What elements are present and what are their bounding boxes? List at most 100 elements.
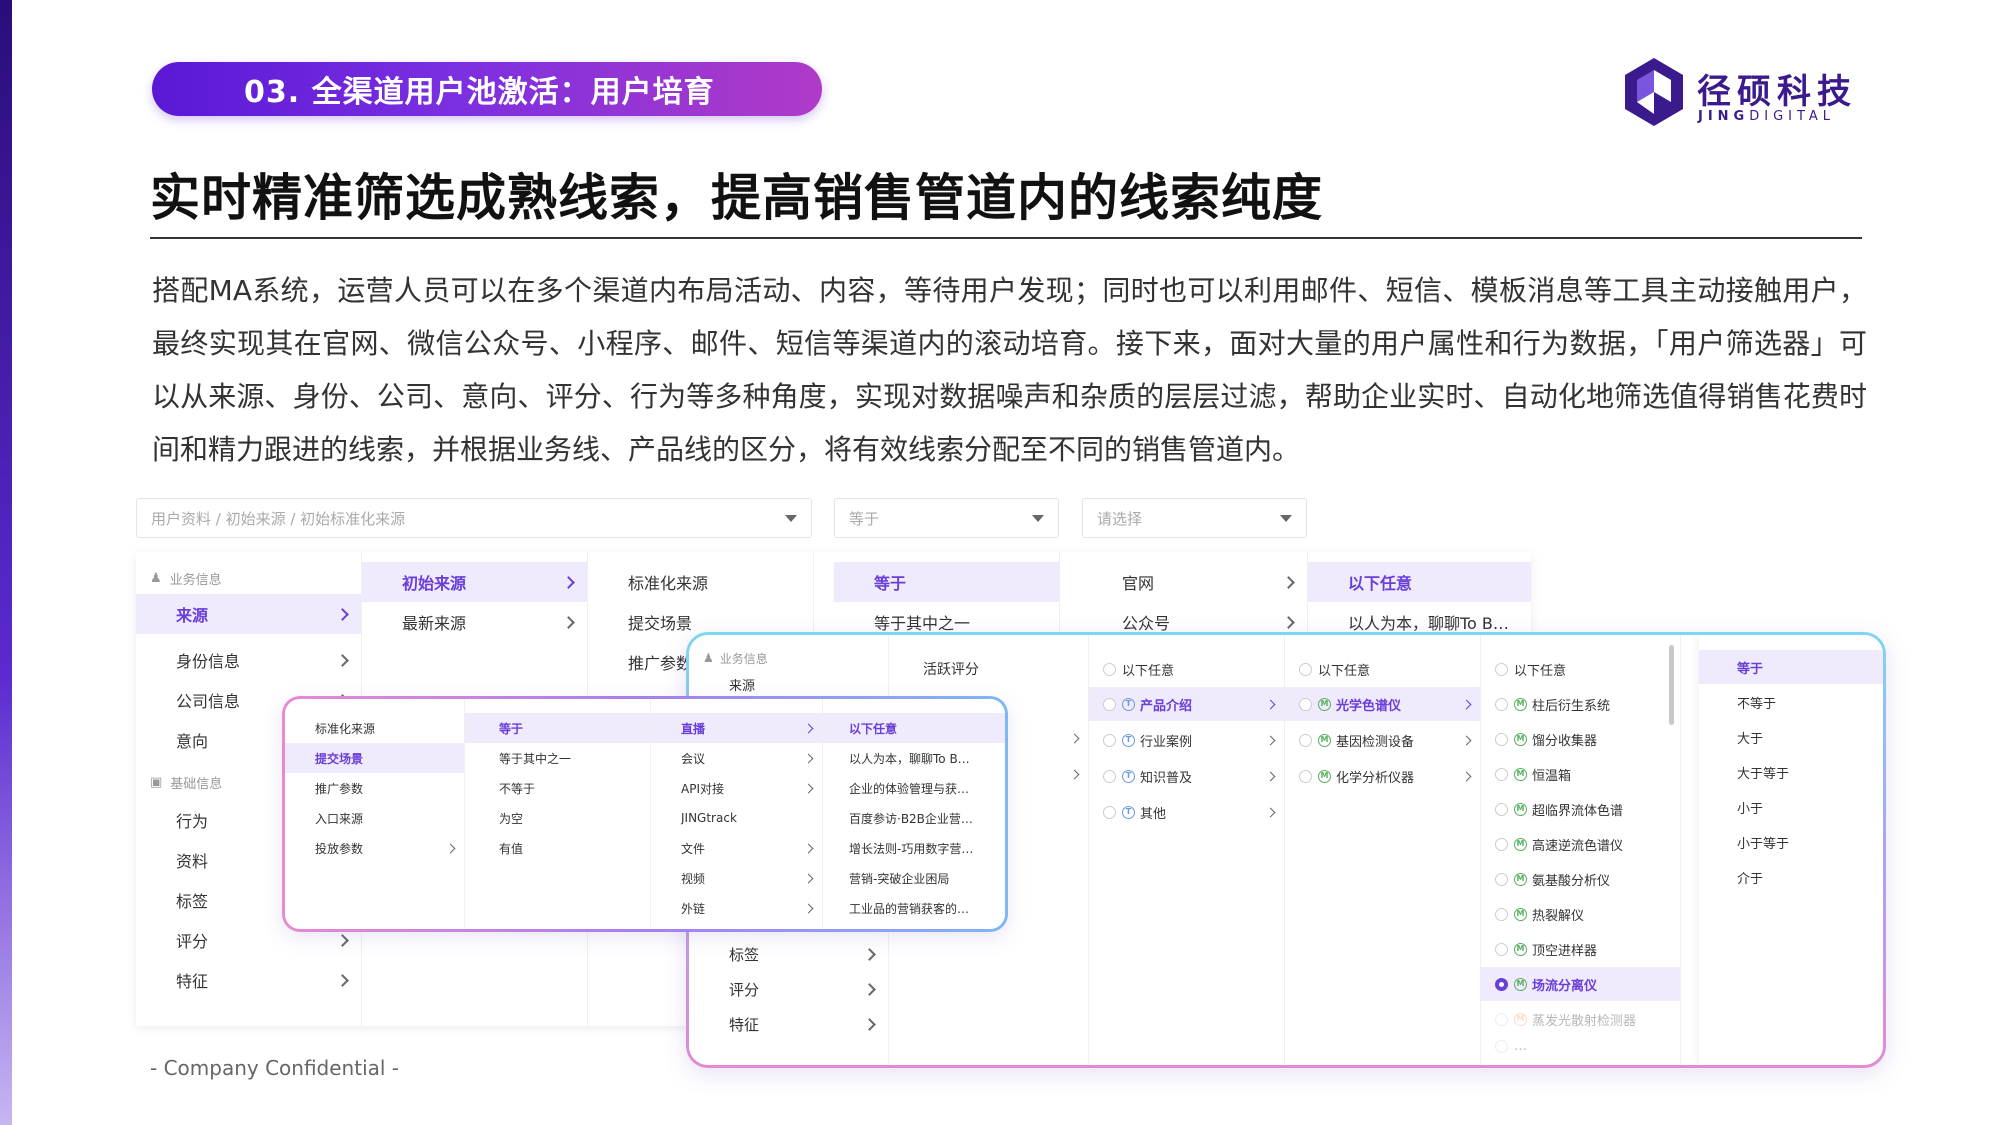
cascader-item[interactable]: 推广参数: [285, 773, 464, 803]
radio-icon: [1103, 697, 1116, 711]
cascader-item[interactable]: 初始来源: [362, 562, 587, 602]
cascader-item[interactable]: M 光学色谱仪: [1285, 687, 1480, 721]
cascader-item[interactable]: …: [1481, 1035, 1680, 1057]
cascader-item[interactable]: 等于: [1699, 650, 1883, 684]
cascader-item[interactable]: T 知识普及: [1089, 759, 1284, 793]
chevron-down-icon: [785, 514, 797, 522]
cascader-item[interactable]: 来源: [136, 594, 361, 634]
cascader-item[interactable]: 提交场景: [285, 743, 464, 773]
cascader-item[interactable]: 等于: [834, 562, 1059, 602]
cascader-item[interactable]: 特征: [689, 1007, 888, 1041]
cascader-item[interactable]: M 氨基酸分析仪: [1481, 862, 1680, 896]
cascader-col-product: 以下任意 M 柱后衍生系统 M 馏分收集器 M 恒温箱 M 超临界流体色谱 M 高速逆流色…: [1481, 635, 1681, 1065]
cascader-item[interactable]: 以下任意: [1285, 653, 1480, 685]
cascader-item[interactable]: M 场流分离仪: [1481, 967, 1680, 1001]
chevron-right-icon: [803, 903, 814, 913]
cascader-item[interactable]: 身份信息: [136, 640, 361, 680]
cascader-item[interactable]: 以下任意: [823, 713, 1005, 743]
chevron-right-icon: [1461, 735, 1472, 745]
cascader-item[interactable]: 有值: [465, 833, 650, 863]
cascader-item[interactable]: M 馏分收集器: [1481, 722, 1680, 756]
cascader-item[interactable]: T 产品介绍: [1089, 687, 1284, 721]
radio-icon: [1495, 767, 1508, 781]
cascader-item[interactable]: T 行业案例: [1089, 723, 1284, 757]
cascader-item[interactable]: M 超临界流体色谱: [1481, 792, 1680, 826]
chevron-right-icon: [863, 982, 876, 996]
cascader-item[interactable]: 等于其中之一: [465, 743, 650, 773]
body-paragraph: 搭配MA系统，运营人员可以在多个渠道内布局活动、内容，等待用户发现；同时也可以利…: [152, 274, 1867, 466]
cascader-item[interactable]: 以下任意: [1308, 562, 1531, 602]
cascader-item[interactable]: 增长法则-巧用数字营…: [823, 833, 1005, 863]
page-title: 实时精准筛选成熟线索，提高销售管道内的线索纯度: [150, 169, 1323, 227]
chevron-right-icon: [1282, 615, 1295, 629]
cascader-item[interactable]: 企业的体验管理与获…: [823, 773, 1005, 803]
chevron-right-icon: [863, 1017, 876, 1031]
scrollbar[interactable]: [1669, 645, 1674, 725]
cascader-item[interactable]: T 其他: [1089, 795, 1284, 829]
chevron-down-icon: [1032, 514, 1044, 522]
cascader-item[interactable]: 营销-突破企业困局: [823, 863, 1005, 893]
value-select[interactable]: 请选择: [1082, 498, 1307, 538]
cascader-item[interactable]: 标准化来源: [285, 713, 464, 743]
cascader-item[interactable]: JINGtrack: [651, 803, 822, 833]
cascader-col-content: 以下任意 T 产品介绍 T 行业案例 T 知识普及 T 其他: [1089, 635, 1285, 1065]
cascader-panel-middle: 标准化来源 提交场景 推广参数 入口来源 投放参数 等于 等于其中之一 不等于 …: [282, 696, 1008, 932]
chevron-right-icon: [336, 933, 349, 947]
cascader-item[interactable]: 外链: [651, 893, 822, 923]
cascader-item[interactable]: API对接: [651, 773, 822, 803]
cascader-item[interactable]: 特征: [136, 960, 361, 1000]
path-select[interactable]: 用户资料 / 初始来源 / 初始标准化来源: [136, 498, 812, 538]
cascader-item[interactable]: 标准化来源: [588, 562, 813, 602]
group-header: ♟ 业务信息: [703, 651, 768, 666]
cascader-item[interactable]: 投放参数: [285, 833, 464, 863]
cascader-item[interactable]: 文件: [651, 833, 822, 863]
cascader-item[interactable]: 以下任意: [1089, 653, 1284, 685]
cascader-item[interactable]: 介于: [1699, 860, 1883, 894]
cascader-item[interactable]: 不等于: [1699, 685, 1883, 719]
cascader-col-field: 标准化来源 提交场景 推广参数 入口来源 投放参数: [285, 699, 465, 929]
section-pill: 03. 全渠道用户池激活：用户培育: [152, 62, 822, 116]
cascader-item[interactable]: 来源: [689, 671, 888, 697]
radio-icon: [1495, 907, 1508, 921]
cascader-item[interactable]: M 柱后衍生系统: [1481, 687, 1680, 721]
cascader-item[interactable]: 活跃评分: [889, 653, 1088, 685]
cascader-item[interactable]: 标签: [689, 937, 888, 971]
cascader-item[interactable]: 为空: [465, 803, 650, 833]
cascader-item[interactable]: 会议: [651, 743, 822, 773]
cascader-item[interactable]: 不等于: [465, 773, 650, 803]
cascader-item[interactable]: 小于等于: [1699, 825, 1883, 859]
operator-select[interactable]: 等于: [834, 498, 1059, 538]
cascader-item[interactable]: M 高速逆流色谱仪: [1481, 827, 1680, 861]
cascader-item[interactable]: 入口来源: [285, 803, 464, 833]
cascader-item[interactable]: 以人为本，聊聊To B…: [823, 743, 1005, 773]
cascader-item[interactable]: M 热裂解仪: [1481, 897, 1680, 931]
cascader-item[interactable]: M 化学分析仪器: [1285, 759, 1480, 793]
cascader-item[interactable]: 大于: [1699, 720, 1883, 754]
cascader-item[interactable]: 官网: [1082, 562, 1307, 602]
cascader-item[interactable]: 最新来源: [362, 602, 587, 642]
cascader-item[interactable]: M 顶空进样器: [1481, 932, 1680, 966]
chevron-down-icon: [1280, 514, 1292, 522]
cascader-item[interactable]: M 恒温箱: [1481, 757, 1680, 791]
radio-icon: [1103, 662, 1116, 676]
radio-icon: [1299, 733, 1312, 747]
cascader-item[interactable]: 大于等于: [1699, 755, 1883, 789]
cascader-item[interactable]: 以下任意: [1481, 653, 1680, 685]
product-tag-icon: M: [1514, 942, 1527, 956]
cascader-item[interactable]: M 基因检测设备: [1285, 723, 1480, 757]
cascader-col-product-line: 以下任意 M 光学色谱仪 M 基因检测设备 M 化学分析仪器: [1285, 635, 1481, 1065]
chevron-right-icon: [562, 575, 575, 589]
cascader-item[interactable]: 等于: [465, 713, 650, 743]
cascader-item[interactable]: 小于: [1699, 790, 1883, 824]
cascader-item[interactable]: 工业品的营销获客的…: [823, 893, 1005, 923]
cascader-item[interactable]: 百度参访·B2B企业营…: [823, 803, 1005, 833]
cascader-item[interactable]: M 蒸发光散射检测器: [1481, 1002, 1680, 1036]
cascader-item[interactable]: 评分: [689, 972, 888, 1006]
id-card-icon: ▣: [150, 774, 163, 790]
brand-name-en: JINGDIGITAL: [1698, 109, 1836, 124]
cascader-item[interactable]: 直播: [651, 713, 822, 743]
radio-icon: [1495, 942, 1508, 956]
user-icon: ♟: [703, 651, 714, 665]
cascader-item[interactable]: 视频: [651, 863, 822, 893]
chevron-right-icon: [803, 843, 814, 853]
